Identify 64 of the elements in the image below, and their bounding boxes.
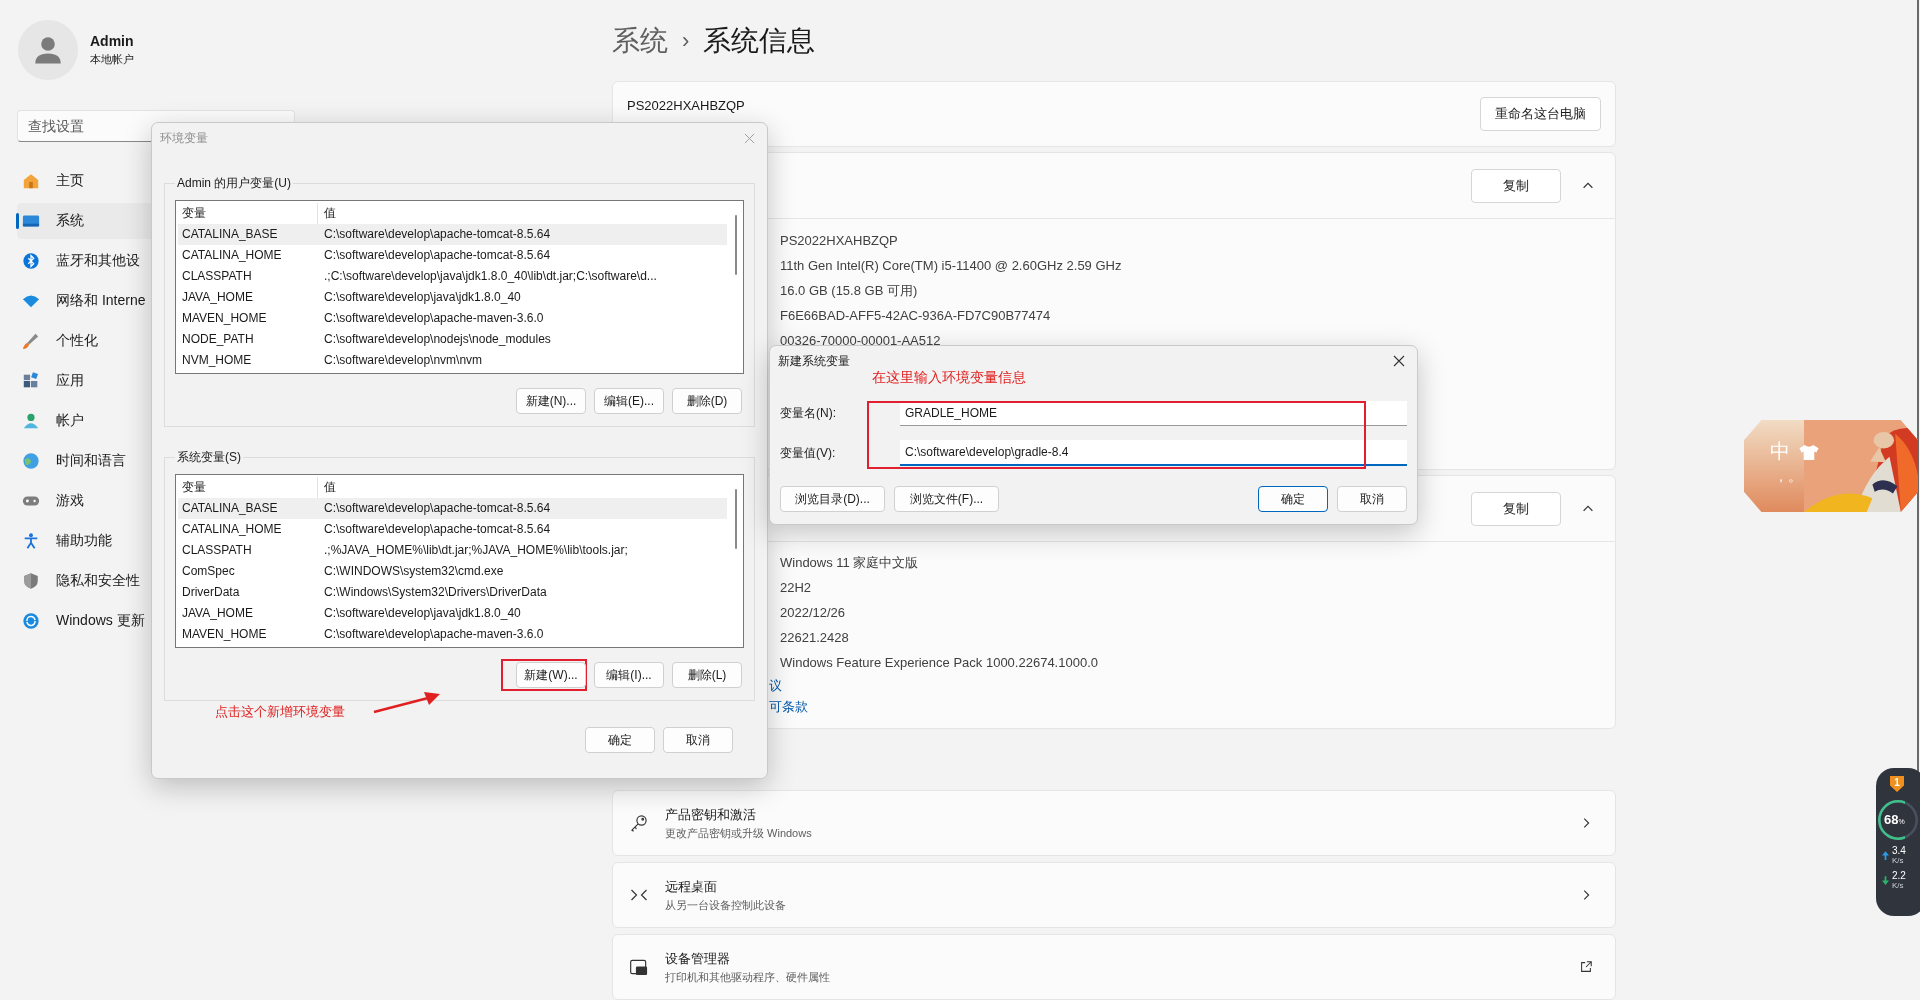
table-cell-text: JAVA_HOME xyxy=(181,605,254,622)
speed-unit: K/s xyxy=(1892,881,1904,890)
table-cell-text: C:\software\develop\nodejs\node_modules xyxy=(323,331,552,348)
account-name: Admin xyxy=(90,33,134,49)
spec-value: 2022/12/26 xyxy=(780,604,847,622)
page-title: 系统信息 xyxy=(703,23,816,58)
ime-mode: 中 xyxy=(1770,439,1790,464)
shield-badge: 1 xyxy=(1890,776,1904,792)
group-label: Admin 的用户变量(U) xyxy=(176,175,292,192)
table-cell-text: C:\WINDOWS\system32\cmd.exe xyxy=(323,563,505,580)
spec-value: PS2022HXAHBZQP xyxy=(780,232,899,250)
table-cell-text: .;%JAVA_HOME%\lib\dt.jar;%JAVA_HOME%\lib\tools.jar; xyxy=(323,542,629,559)
table-cell-text: NVM_HOME xyxy=(181,352,253,369)
table-cell-text: C:\software\develop\apache-tomcat-8.5.64 xyxy=(323,226,552,243)
table-cell-text: MAVEN_HOME xyxy=(181,310,268,327)
table-cell-text: C:\software\develop\java\jdk1.8.0_40 xyxy=(323,605,522,622)
table-cell-text: C:\software\develop\nvm\nvm xyxy=(323,352,484,369)
table-cell-text: NODE_PATH xyxy=(181,331,255,348)
spec-value: 22H2 xyxy=(780,579,813,597)
spec-value: 00326-70000-00001-AA512 xyxy=(780,332,942,350)
spec-value: 11th Gen Intel(R) Core(TM) i5-11400 @ 2.60GHz 2.59 GHz xyxy=(780,257,1123,275)
table-cell-text: DriverData xyxy=(181,584,241,601)
spec-value: F6E66BAD-AFF5-42AC-936A-FD7C90B77474 xyxy=(780,307,1052,325)
table-cell-text: CATALINA_HOME xyxy=(181,521,283,538)
spec-value: 22621.2428 xyxy=(780,629,850,647)
table-cell-text: .;C:\software\develop\java\jdk1.8.0_40\lib\dt.jar;C:\software\d... xyxy=(323,268,658,285)
group-label: 系统变量(S) xyxy=(176,449,242,466)
table-cell-text: MAVEN_HOME xyxy=(181,626,268,643)
dialog-title: 新建系统变量 xyxy=(778,352,850,370)
field-label: 变量名(N): xyxy=(780,405,837,422)
ime-punctuation: ，。 xyxy=(1774,468,1802,486)
table-cell-text: CATALINA_BASE xyxy=(181,500,279,517)
table-cell-text: CATALINA_HOME xyxy=(181,247,283,264)
table-cell-text: C:\software\develop\apache-tomcat-8.5.64 xyxy=(323,247,552,264)
table-cell-text: CLASSPATH xyxy=(181,542,253,559)
table-cell-text: JAVA_HOME xyxy=(181,289,254,306)
annotation-text: 点击这个新增环境变量 xyxy=(215,703,345,721)
breadcrumb-separator: › xyxy=(682,27,690,54)
upload-speed: 3.4 xyxy=(1892,846,1906,856)
table-cell-text: C:\software\develop\apache-tomcat-8.5.64 xyxy=(323,500,552,517)
table-cell-text: CLASSPATH xyxy=(181,268,253,285)
speed-unit: K/s xyxy=(1892,856,1904,865)
spec-value: Windows 11 家庭中文版 xyxy=(780,554,920,572)
device-name: PS2022HXAHBZQP xyxy=(627,98,745,113)
row-title: 设备管理器 xyxy=(665,949,731,968)
account-type: 本地帐户 xyxy=(90,52,134,67)
field-label: 变量值(V): xyxy=(780,444,837,462)
row-subtitle: 打印机和其他驱动程序、硬件属性 xyxy=(665,969,831,985)
row-title: 远程桌面 xyxy=(665,877,718,896)
table-cell-text: C:\Windows\System32\Drivers\DriverData xyxy=(323,584,548,601)
table-cell-text: C:\software\develop\apache-maven-3.6.0 xyxy=(323,626,545,643)
download-speed: 2.2 xyxy=(1892,871,1906,881)
row-subtitle: 更改产品密钥或升级 Windows xyxy=(665,825,813,841)
table-cell-text: C:\software\develop\apache-maven-3.6.0 xyxy=(323,310,545,327)
table-cell-text: CATALINA_BASE xyxy=(181,226,279,243)
table-cell-text: C:\software\develop\java\jdk1.8.0_40 xyxy=(323,289,522,306)
spec-value: 16.0 GB (15.8 GB 可用) xyxy=(780,282,919,300)
table-cell-text: C:\software\develop\apache-tomcat-8.5.64 xyxy=(323,521,552,538)
annotation-text: 在这里输入环境变量信息 xyxy=(872,369,1026,387)
dialog-title: 环境变量 xyxy=(160,129,208,147)
table-cell-text: ComSpec xyxy=(181,563,236,580)
row-subtitle: 从另一台设备控制此设备 xyxy=(665,897,787,913)
spec-value: Windows Feature Experience Pack 1000.22674.1000.0 xyxy=(780,654,1099,672)
row-title: 产品密钥和激活 xyxy=(665,805,757,824)
